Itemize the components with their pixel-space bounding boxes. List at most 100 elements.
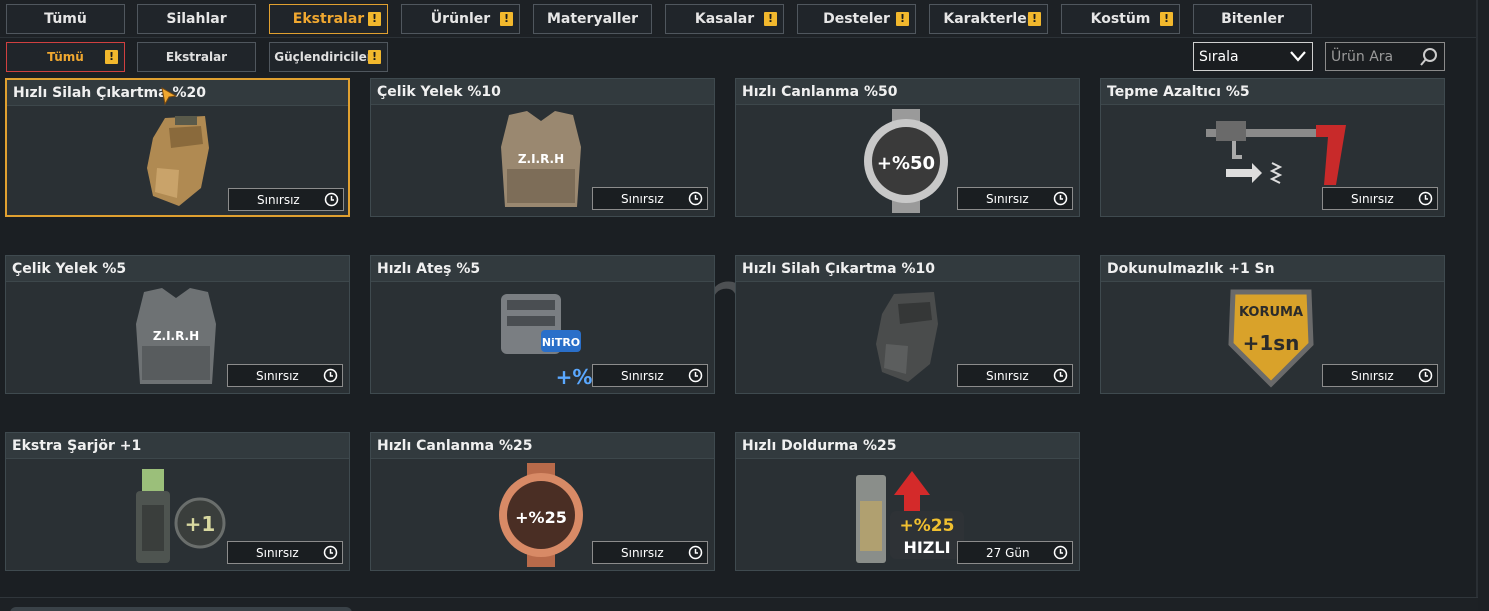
item-title: Dokunulmazlık +1 Sn bbox=[1101, 256, 1444, 282]
alert-icon: ! bbox=[1160, 12, 1173, 26]
tab-bitenler[interactable]: Bitenler bbox=[1193, 4, 1312, 34]
tab-label: Kasalar bbox=[694, 11, 755, 27]
tab-silahlar[interactable]: Silahlar bbox=[137, 4, 256, 34]
tab-label: Bitenler bbox=[1221, 11, 1284, 27]
magazine-label: +%25 bbox=[900, 516, 955, 536]
shield-value: +1sn bbox=[1243, 331, 1300, 355]
alert-icon: ! bbox=[896, 12, 909, 26]
item-title: Çelik Yelek %10 bbox=[371, 79, 714, 105]
duration-label: Sınırsız bbox=[1351, 191, 1394, 206]
clock-icon bbox=[1053, 368, 1068, 383]
duration-badge: Sınırsız bbox=[957, 364, 1073, 387]
bottom-button[interactable] bbox=[10, 607, 352, 611]
duration-label: Sınırsız bbox=[256, 545, 299, 560]
item-card[interactable]: Hızlı Doldurma %25 +%25 HIZLI 27 Gün bbox=[735, 432, 1080, 571]
subtab-label: Güçlendiriciler bbox=[274, 50, 373, 64]
tab-label: Materyaller bbox=[546, 11, 639, 27]
clock-icon bbox=[324, 192, 339, 207]
clock-icon bbox=[323, 545, 338, 560]
vest-label: Z.I.R.H bbox=[518, 152, 564, 166]
tab-desteler[interactable]: Desteler! bbox=[797, 4, 916, 34]
tab-label: Desteler bbox=[823, 11, 890, 27]
item-title: Hızlı Ateş %5 bbox=[371, 256, 714, 282]
duration-badge: Sınırsız bbox=[227, 364, 343, 387]
clock-icon bbox=[1053, 545, 1068, 560]
alert-icon: ! bbox=[1028, 12, 1041, 26]
duration-label: Sınırsız bbox=[1351, 368, 1394, 383]
tab-ekstralar[interactable]: Ekstralar! bbox=[269, 4, 388, 34]
gloves-tan-icon bbox=[147, 116, 209, 206]
tab-materyaller[interactable]: Materyaller bbox=[533, 4, 652, 34]
sort-dropdown[interactable]: Sırala bbox=[1193, 42, 1313, 71]
scrollbar-track[interactable] bbox=[1478, 0, 1489, 611]
item-card[interactable]: Hızlı Canlanma %25 +%25 Sınırsız bbox=[370, 432, 715, 571]
clock-icon bbox=[688, 368, 703, 383]
tab-urunler[interactable]: Ürünler! bbox=[401, 4, 520, 34]
item-title: Hızlı Doldurma %25 bbox=[736, 433, 1079, 459]
gloves-dark-icon bbox=[876, 292, 938, 382]
search-icon[interactable] bbox=[1418, 46, 1440, 68]
duration-label: Sınırsız bbox=[621, 368, 664, 383]
tab-tumu[interactable]: Tümü bbox=[6, 4, 125, 34]
item-card[interactable]: Çelik Yelek %10 Z.I.R.H Sınırsız bbox=[370, 78, 715, 217]
divider bbox=[0, 37, 1478, 38]
tab-label: Silahlar bbox=[166, 11, 227, 27]
item-card[interactable]: Tepme Azaltıcı %5 Sınırsız bbox=[1100, 78, 1445, 217]
tab-label: Ürünler bbox=[430, 11, 491, 27]
vest-gray-icon: Z.I.R.H bbox=[136, 288, 216, 384]
duration-badge: Sınırsız bbox=[592, 541, 708, 564]
duration-label: Sınırsız bbox=[986, 191, 1029, 206]
subtab-tumu[interactable]: Tümü! bbox=[6, 42, 125, 72]
duration-badge: Sınırsız bbox=[1322, 187, 1438, 210]
watch-label: +%25 bbox=[515, 508, 567, 527]
item-card[interactable]: Hızlı Ateş %5 NiTRO +%5 Sınırsız bbox=[370, 255, 715, 394]
tab-karakterler[interactable]: Karakterler! bbox=[929, 4, 1048, 34]
item-card[interactable]: Dokunulmazlık +1 Sn KORUMA +1sn Sınırsız bbox=[1100, 255, 1445, 394]
clock-icon bbox=[688, 545, 703, 560]
item-card[interactable]: Hızlı Silah Çıkartma %10 Sınırsız bbox=[735, 255, 1080, 394]
item-title: Çelik Yelek %5 bbox=[6, 256, 349, 282]
duration-label: Sınırsız bbox=[621, 191, 664, 206]
duration-badge: Sınırsız bbox=[592, 364, 708, 387]
item-card[interactable]: Hızlı Canlanma %50 +%50 Sınırsız bbox=[735, 78, 1080, 217]
clock-icon bbox=[1418, 368, 1433, 383]
item-card[interactable]: Çelik Yelek %5 Z.I.R.H Sınırsız bbox=[5, 255, 350, 394]
shield-label: KORUMA bbox=[1239, 305, 1303, 320]
tab-label: Ekstralar bbox=[292, 11, 365, 27]
speed-label: HIZLI bbox=[903, 538, 950, 557]
subtab-guclendiriciler[interactable]: Güçlendiriciler! bbox=[269, 42, 388, 72]
alert-icon: ! bbox=[500, 12, 513, 26]
watch-label: +%50 bbox=[877, 153, 935, 174]
duration-label: Sınırsız bbox=[986, 368, 1029, 383]
item-title: Hızlı Canlanma %50 bbox=[736, 79, 1079, 105]
duration-badge: Sınırsız bbox=[228, 188, 344, 211]
duration-label: 27 Gün bbox=[986, 545, 1030, 560]
item-title: Ekstra Şarjör +1 bbox=[6, 433, 349, 459]
duration-badge: Sınırsız bbox=[227, 541, 343, 564]
duration-badge: Sınırsız bbox=[1322, 364, 1438, 387]
tab-kasalar[interactable]: Kasalar! bbox=[665, 4, 784, 34]
alert-icon: ! bbox=[105, 50, 118, 64]
chevron-down-icon bbox=[1290, 51, 1306, 62]
search-input[interactable]: Ürün Ara bbox=[1325, 42, 1445, 71]
watch-copper-icon: +%25 bbox=[499, 463, 583, 567]
search-placeholder: Ürün Ara bbox=[1331, 48, 1394, 65]
magazine-label: +1 bbox=[185, 512, 216, 536]
item-title: Hızlı Silah Çıkartma %10 bbox=[736, 256, 1079, 282]
alert-icon: ! bbox=[368, 50, 381, 64]
clock-icon bbox=[688, 191, 703, 206]
duration-label: Sınırsız bbox=[621, 545, 664, 560]
tab-label: Kostüm bbox=[1090, 11, 1151, 27]
item-title: Hızlı Canlanma %25 bbox=[371, 433, 714, 459]
mouse-cursor-icon bbox=[161, 87, 178, 106]
tab-kostum[interactable]: Kostüm! bbox=[1061, 4, 1180, 34]
shield-koruma-icon: KORUMA +1sn bbox=[1228, 289, 1314, 388]
subtab-ekstralar[interactable]: Ekstralar bbox=[137, 42, 256, 72]
subtab-label: Ekstralar bbox=[165, 50, 228, 64]
duration-badge: 27 Gün bbox=[957, 541, 1073, 564]
alert-icon: ! bbox=[764, 12, 777, 26]
clock-icon bbox=[1053, 191, 1068, 206]
subtab-label: Tümü bbox=[47, 50, 84, 64]
item-card[interactable]: Ekstra Şarjör +1 +1 Sınırsız bbox=[5, 432, 350, 571]
clock-icon bbox=[323, 368, 338, 383]
